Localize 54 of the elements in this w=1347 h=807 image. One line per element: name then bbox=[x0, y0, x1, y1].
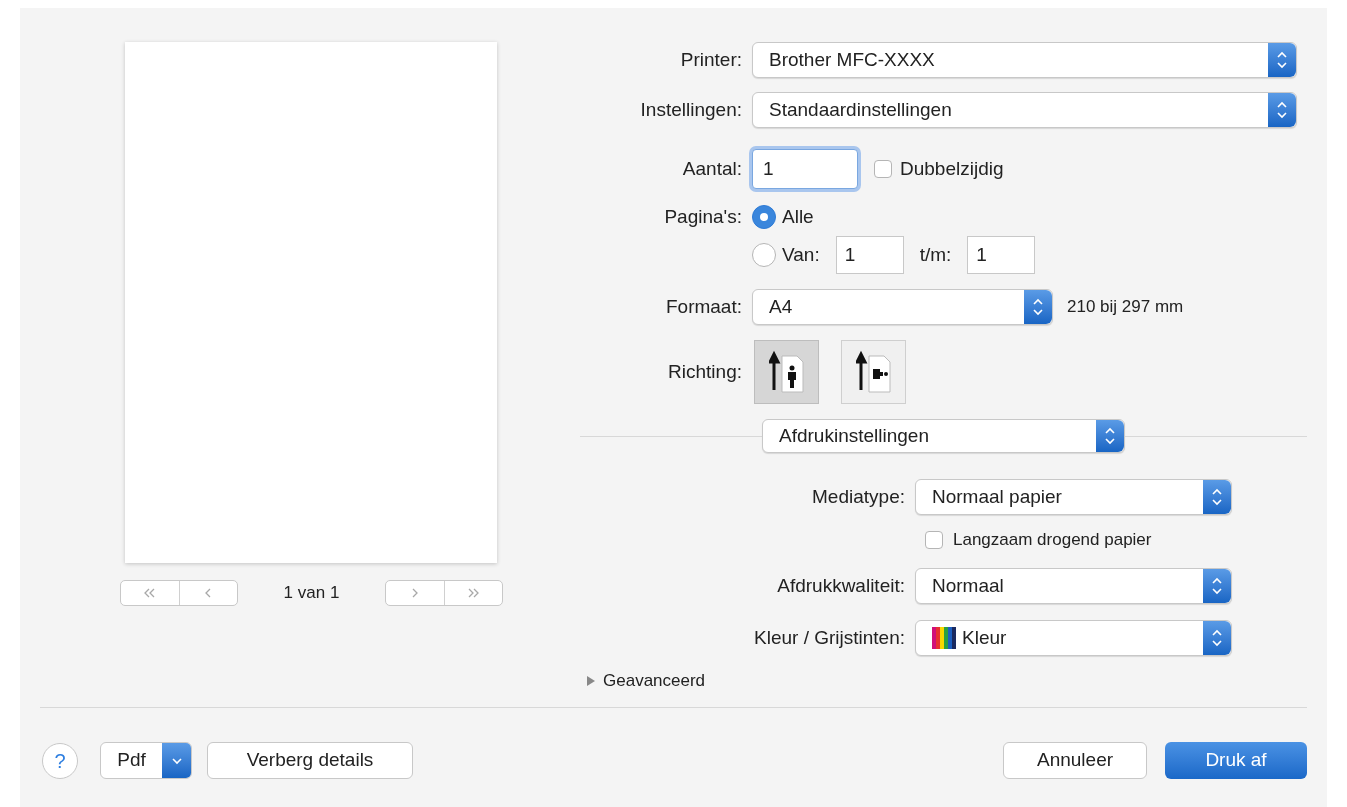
popup-menu[interactable]: Normaal papier bbox=[915, 479, 1232, 515]
field-label: t/m: bbox=[919, 242, 952, 267]
cancel-button[interactable]: Annuleer bbox=[1003, 742, 1147, 779]
orientation-button[interactable] bbox=[841, 340, 906, 404]
radio-button[interactable] bbox=[752, 243, 776, 267]
radio-label: Van: bbox=[782, 242, 820, 267]
field-label: Afdrukkwaliteit: bbox=[777, 574, 905, 596]
stepper-icon bbox=[1268, 43, 1296, 77]
stepper-icon bbox=[1268, 93, 1296, 127]
chevron-icon bbox=[205, 588, 212, 598]
popup-menu[interactable]: Afdrukinstellingen bbox=[762, 419, 1125, 453]
chevron-icon bbox=[411, 588, 418, 598]
stepper-icon bbox=[1024, 290, 1052, 324]
checkbox-label: Dubbelzijdig bbox=[900, 156, 1004, 181]
popup-menu[interactable]: Brother MFC-XXXX bbox=[752, 42, 1297, 78]
stepper-icon bbox=[1096, 420, 1124, 452]
disclosure-button[interactable]: Geavanceerd bbox=[585, 671, 706, 691]
radio-label: Alle bbox=[782, 204, 814, 229]
radio-button[interactable] bbox=[752, 205, 776, 229]
field-label: Aantal: bbox=[682, 157, 742, 179]
page-indicator: 1 van 1 bbox=[283, 583, 340, 603]
field-label: Pagina's: bbox=[664, 205, 742, 227]
popup-menu[interactable]: Standaardinstellingen bbox=[752, 92, 1297, 128]
double-chevron-icon bbox=[467, 588, 479, 598]
help-button[interactable]: ? bbox=[42, 742, 78, 779]
orientation-button[interactable] bbox=[754, 340, 819, 404]
color-bars-icon bbox=[932, 627, 956, 649]
paper-dimensions: 210 bij 297 mm bbox=[1067, 296, 1184, 319]
checkbox[interactable] bbox=[925, 531, 943, 549]
checkbox-label: Langzaam drogend papier bbox=[953, 529, 1152, 552]
field-label: Mediatype: bbox=[812, 485, 905, 507]
field-label: Printer: bbox=[680, 48, 742, 70]
stepper-icon bbox=[1203, 621, 1231, 655]
checkbox[interactable] bbox=[874, 160, 892, 178]
copies-field[interactable]: 1 bbox=[752, 149, 858, 189]
popup-menu[interactable]: A4 bbox=[752, 289, 1053, 325]
hide-details-button[interactable]: Verberg details bbox=[207, 742, 413, 779]
chevron-down-icon bbox=[170, 756, 183, 765]
portrait-orientation-icon bbox=[768, 350, 805, 394]
pdf-menu-button[interactable] bbox=[162, 743, 191, 778]
field-label: Formaat: bbox=[665, 295, 742, 317]
field-label: Instellingen: bbox=[640, 98, 742, 120]
to-page-field[interactable]: 1 bbox=[967, 236, 1036, 274]
popup-menu[interactable]: Normaal bbox=[915, 568, 1232, 604]
from-page-field[interactable]: 1 bbox=[835, 236, 904, 274]
stepper-icon bbox=[1203, 480, 1231, 514]
field-label: Richting: bbox=[668, 360, 742, 382]
stepper-icon bbox=[1203, 569, 1231, 603]
landscape-orientation-icon bbox=[855, 350, 892, 394]
disclosure-triangle-icon bbox=[585, 675, 597, 687]
popup-menu[interactable]: Kleur bbox=[915, 620, 1232, 656]
field-label: Kleur / Grijstinten: bbox=[754, 626, 905, 648]
print-button[interactable]: Druk af bbox=[1165, 742, 1307, 779]
double-chevron-icon bbox=[144, 588, 156, 598]
